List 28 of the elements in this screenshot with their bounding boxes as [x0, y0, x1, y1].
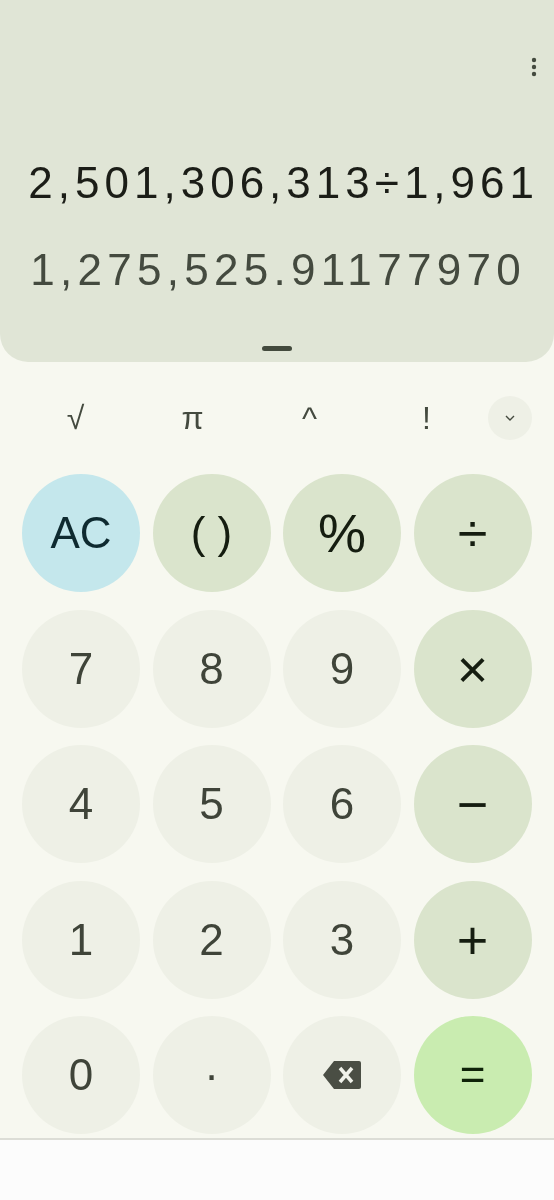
chevron-down-icon [505, 415, 515, 421]
operator-key[interactable]: ( ) [152, 474, 271, 592]
backspace-icon [322, 1060, 362, 1091]
digit-key[interactable]: 1 [22, 880, 140, 999]
digit-key[interactable]: 6 [283, 745, 401, 864]
function-key[interactable]: π [134, 396, 251, 440]
digit-key[interactable]: 3 [283, 880, 401, 999]
operator-key[interactable]: + [413, 880, 532, 999]
digit-key[interactable]: 5 [152, 745, 271, 864]
function-key[interactable]: ^ [251, 396, 368, 440]
operator-key[interactable]: − [413, 745, 532, 864]
drag-handle[interactable] [262, 346, 292, 351]
operator-key[interactable]: ÷ [413, 474, 532, 592]
operator-key[interactable]: % [283, 474, 401, 592]
digit-key[interactable]: 0 [22, 1016, 140, 1135]
function-key[interactable]: √ [17, 396, 134, 440]
clear-key[interactable]: AC [22, 474, 140, 592]
equals-key[interactable]: = [413, 1016, 532, 1135]
digit-key[interactable]: 4 [22, 745, 140, 864]
digit-key[interactable]: 8 [152, 609, 271, 728]
result-text: 1,275,525.91177970 [30, 245, 527, 295]
operator-key[interactable]: × [413, 609, 532, 728]
digit-key[interactable]: 2 [152, 880, 271, 999]
digit-key[interactable]: 9 [283, 609, 401, 728]
function-key[interactable]: ! [368, 396, 485, 440]
digit-key[interactable]: 7 [22, 609, 140, 728]
digit-key[interactable]: · [152, 1016, 271, 1135]
expression-field[interactable]: 2,501,306,313÷1,961 [28, 158, 539, 208]
